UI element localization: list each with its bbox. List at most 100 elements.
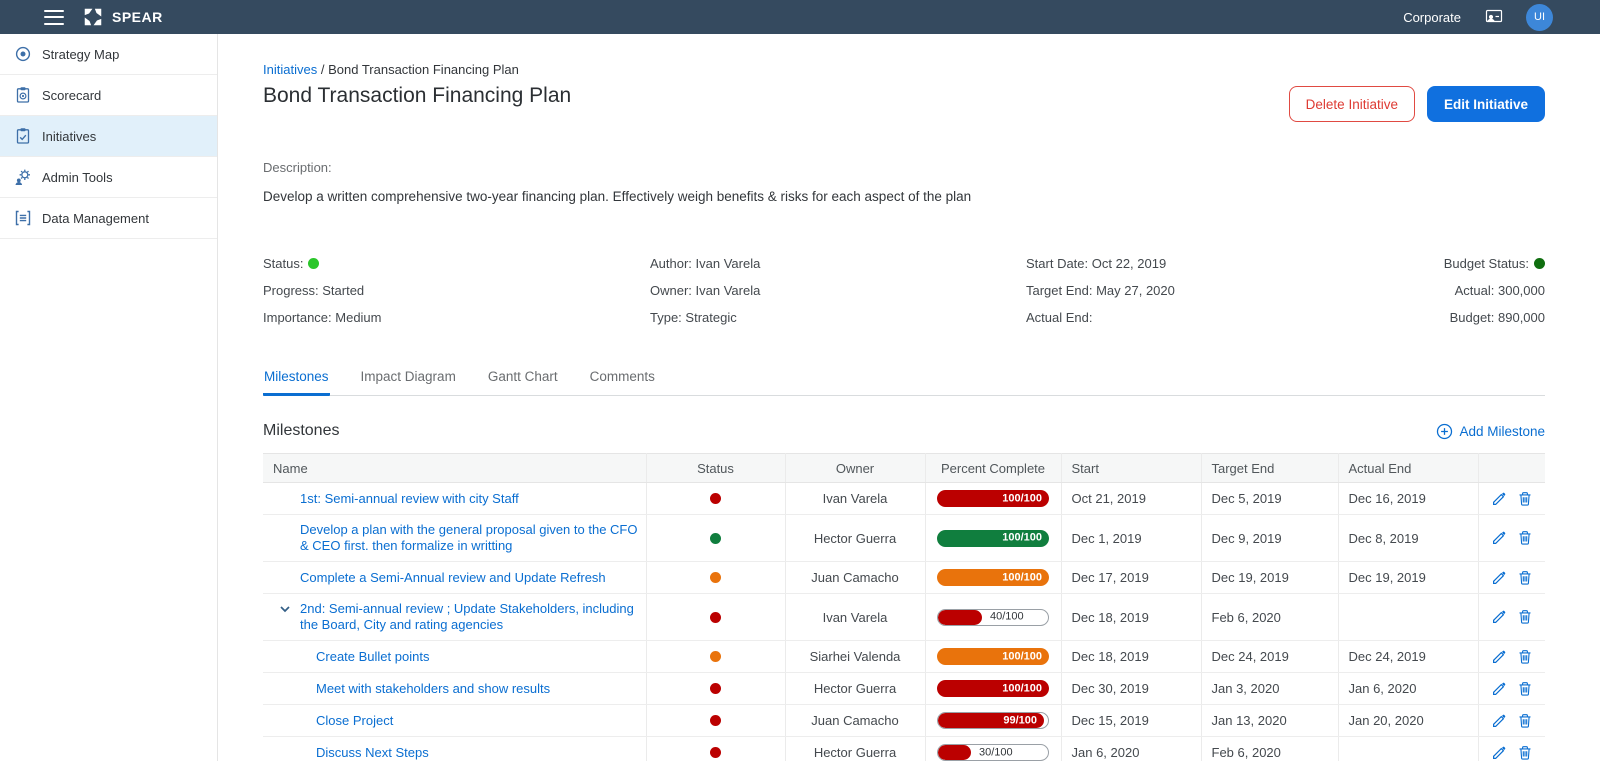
milestone-actual-end: Dec 19, 2019 <box>1338 561 1479 594</box>
add-circle-icon <box>1436 423 1453 440</box>
clipboard-check-icon <box>14 127 32 145</box>
delete-milestone-button[interactable] <box>1517 649 1533 665</box>
breadcrumb-initiatives-link[interactable]: Initiatives <box>263 62 317 77</box>
tab-milestones[interactable]: Milestones <box>263 363 330 396</box>
table-row: Create Bullet points Siarhei Valenda 100/1… <box>263 640 1545 673</box>
tab-impact-diagram[interactable]: Impact Diagram <box>360 363 457 396</box>
sidebar-item-label: Scorecard <box>42 87 102 103</box>
scorecard-icon <box>14 86 32 104</box>
progress-field: Progress: Started <box>263 283 365 298</box>
milestone-target-end: Dec 19, 2019 <box>1201 561 1339 594</box>
column-header-name: Name <box>263 453 647 483</box>
data-brackets-icon <box>14 209 32 227</box>
edit-initiative-button[interactable]: Edit Initiative <box>1426 86 1545 122</box>
user-presentation-icon[interactable] <box>1483 8 1504 27</box>
chevron-down-icon[interactable] <box>277 601 293 617</box>
milestone-target-end: Dec 9, 2019 <box>1201 514 1339 562</box>
breadcrumb-separator: / <box>320 62 325 77</box>
milestone-owner: Siarhei Valenda <box>785 640 926 673</box>
edit-milestone-button[interactable] <box>1491 491 1507 507</box>
milestone-target-end: Jan 13, 2020 <box>1201 704 1339 737</box>
delete-initiative-button[interactable]: Delete Initiative <box>1288 86 1415 122</box>
sidebar-item-admin-tools[interactable]: Admin Tools <box>0 157 217 198</box>
column-header-percent-complete: Percent Complete <box>925 453 1062 483</box>
milestone-link[interactable]: Close Project <box>316 713 393 729</box>
column-header-start: Start <box>1061 453 1202 483</box>
delete-milestone-button[interactable] <box>1517 745 1533 761</box>
add-milestone-button[interactable]: Add Milestone <box>1436 423 1545 440</box>
milestone-actual-end: Dec 24, 2019 <box>1338 640 1479 673</box>
milestone-status-dot <box>710 651 721 662</box>
milestone-link[interactable]: Create Bullet points <box>316 649 429 665</box>
details-grid: Status: Author: Ivan Varela Start Date: … <box>263 250 1545 331</box>
delete-milestone-button[interactable] <box>1517 609 1533 625</box>
milestone-link[interactable]: Develop a plan with the general proposal… <box>300 522 640 554</box>
edit-milestone-button[interactable] <box>1491 530 1507 546</box>
sidebar-item-strategy-map[interactable]: Strategy Map <box>0 34 217 75</box>
delete-milestone-button[interactable] <box>1517 681 1533 697</box>
milestone-link[interactable]: Meet with stakeholders and show results <box>316 681 550 697</box>
menu-icon[interactable] <box>44 9 64 25</box>
percent-bar: 100/100 <box>937 529 1049 547</box>
milestone-actual-end: Dec 8, 2019 <box>1338 514 1479 562</box>
milestone-start: Jan 6, 2020 <box>1061 736 1202 761</box>
milestone-start: Dec 18, 2019 <box>1061 640 1202 673</box>
table-header-row: Name Status Owner Percent Complete Start Targ… <box>263 453 1545 483</box>
milestone-link[interactable]: Complete a Semi-Annual review and Update… <box>300 570 606 586</box>
milestone-link[interactable]: Discuss Next Steps <box>316 745 429 761</box>
milestone-owner: Hector Guerra <box>785 672 926 705</box>
table-row: Meet with stakeholders and show results H… <box>263 672 1545 705</box>
delete-milestone-button[interactable] <box>1517 713 1533 729</box>
percent-bar: 100/100 <box>937 680 1049 697</box>
delete-milestone-button[interactable] <box>1517 570 1533 586</box>
sidebar-item-data-management[interactable]: Data Management <box>0 198 217 239</box>
milestones-table: Name Status Owner Percent Complete Start Targ… <box>263 453 1545 761</box>
column-header-actual-end: Actual End <box>1338 453 1479 483</box>
actual-field: Actual: 300,000 <box>1454 283 1545 298</box>
milestone-owner: Juan Camacho <box>785 561 926 594</box>
breadcrumb-current: Bond Transaction Financing Plan <box>328 62 519 77</box>
tab-gantt-chart[interactable]: Gantt Chart <box>487 363 559 396</box>
milestone-status-dot <box>710 532 721 544</box>
table-row: 1st: Semi-annual review with city Staff I… <box>263 482 1545 515</box>
tab-comments[interactable]: Comments <box>589 363 656 396</box>
column-header-actions <box>1478 453 1545 483</box>
milestones-heading: Milestones <box>263 422 340 439</box>
milestone-status-dot <box>710 493 721 504</box>
sidebar-item-label: Initiatives <box>42 128 97 144</box>
milestone-target-end: Feb 6, 2020 <box>1201 736 1339 761</box>
edit-milestone-button[interactable] <box>1491 609 1507 625</box>
target-icon <box>14 45 32 63</box>
milestone-link[interactable]: 2nd: Semi-annual review ; Update Stakeho… <box>300 601 640 633</box>
sidebar-item-scorecard[interactable]: Scorecard <box>0 75 217 116</box>
milestone-status-dot <box>710 611 721 623</box>
edit-milestone-button[interactable] <box>1491 713 1507 729</box>
milestone-start: Oct 21, 2019 <box>1061 482 1202 515</box>
milestone-start: Dec 15, 2019 <box>1061 704 1202 737</box>
milestone-link[interactable]: 1st: Semi-annual review with city Staff <box>300 491 519 507</box>
milestone-status-dot <box>710 572 721 583</box>
percent-bar: 99/100 <box>937 712 1049 729</box>
user-avatar[interactable]: UI <box>1526 3 1553 31</box>
milestone-actual-end <box>1338 593 1479 641</box>
importance-field: Importance: Medium <box>263 310 382 325</box>
type-field: Type: Strategic <box>650 310 737 325</box>
milestone-actual-end <box>1338 736 1479 761</box>
org-label[interactable]: Corporate <box>1403 10 1461 25</box>
table-row: Close Project Juan Camacho 99/100 Dec 15, 2… <box>263 704 1545 737</box>
edit-milestone-button[interactable] <box>1491 681 1507 697</box>
column-header-target-end: Target End <box>1201 453 1339 483</box>
description-text: Develop a written comprehensive two-year… <box>263 189 972 204</box>
edit-milestone-button[interactable] <box>1491 649 1507 665</box>
milestone-target-end: Jan 3, 2020 <box>1201 672 1339 705</box>
milestone-start: Dec 1, 2019 <box>1061 514 1202 562</box>
delete-milestone-button[interactable] <box>1517 530 1533 546</box>
milestone-target-end: Dec 24, 2019 <box>1201 640 1339 673</box>
edit-milestone-button[interactable] <box>1491 745 1507 761</box>
edit-milestone-button[interactable] <box>1491 570 1507 586</box>
column-header-owner: Owner <box>785 453 926 483</box>
delete-milestone-button[interactable] <box>1517 491 1533 507</box>
table-row: Discuss Next Steps Hector Guerra 30/100 Jan… <box>263 736 1545 761</box>
start-date-field: Start Date: Oct 22, 2019 <box>1026 256 1167 271</box>
sidebar-item-initiatives[interactable]: Initiatives <box>0 116 217 157</box>
